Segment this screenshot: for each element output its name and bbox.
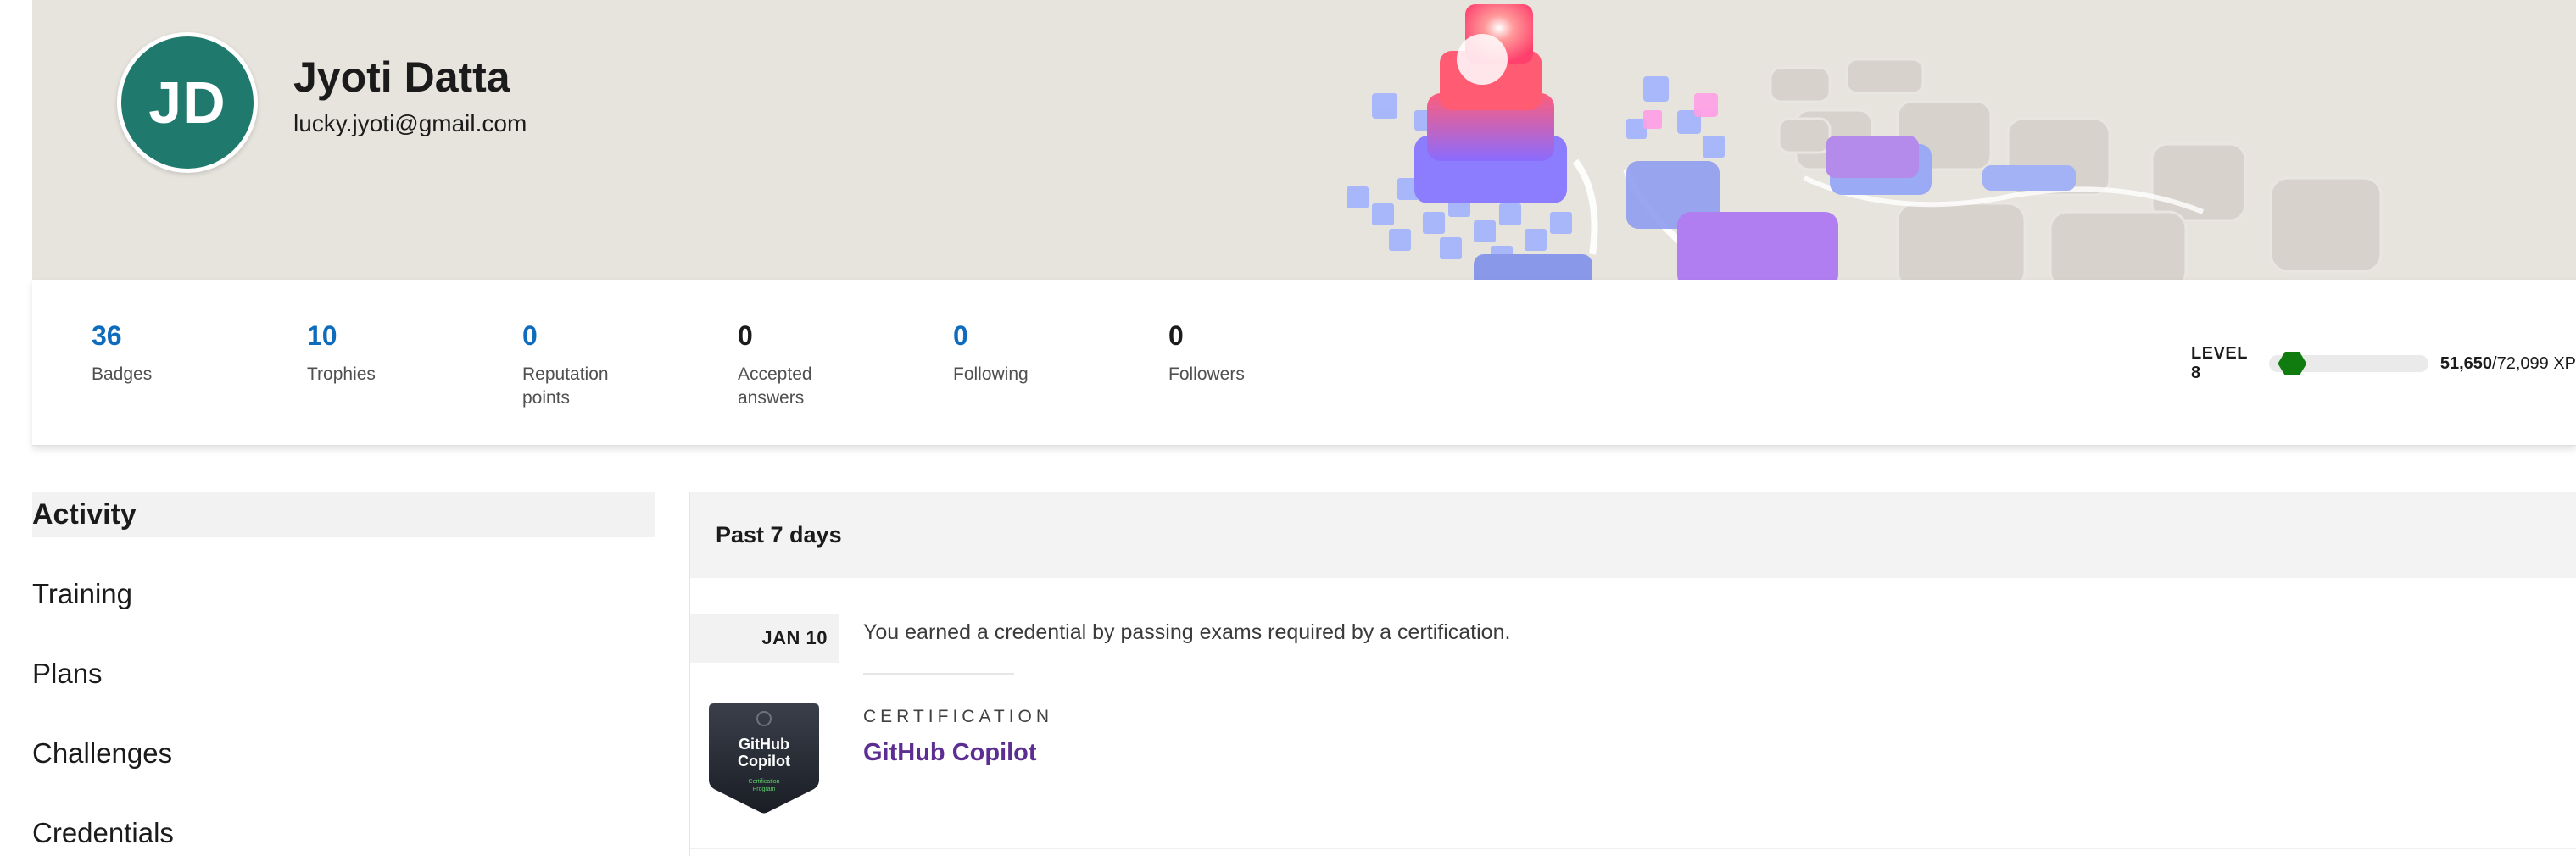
svg-text:GitHub: GitHub: [739, 736, 789, 753]
panel-divider: [690, 848, 2576, 849]
stat-value: 0: [738, 320, 753, 351]
avatar-initials: JD: [148, 69, 226, 136]
period-header: Past 7 days: [690, 492, 2576, 578]
nav-item-credentials[interactable]: Credentials: [32, 810, 655, 856]
xp-total: /72,099 XP: [2492, 353, 2576, 373]
stat-label: Following: [953, 364, 1029, 384]
certification-kicker: CERTIFICATION: [863, 707, 1054, 726]
level-gem-icon: [2278, 352, 2307, 375]
activity-description: You earned a credential by passing exams…: [863, 620, 1511, 644]
svg-text:Program: Program: [753, 787, 776, 792]
activity-panel: Past 7 days JAN 10 You earned a credenti…: [689, 492, 2576, 856]
certification-badge-icon[interactable]: GitHub Copilot Certification Program: [707, 698, 821, 815]
divider: [863, 673, 1014, 675]
stat-value: 0: [953, 320, 968, 351]
stat-trophies[interactable]: 10 Trophies: [307, 317, 468, 386]
stat-value: 0: [522, 320, 538, 351]
xp-current: 51,650: [2439, 353, 2493, 373]
stat-badges[interactable]: 36 Badges: [92, 317, 253, 386]
stat-value: 10: [307, 320, 337, 351]
svg-text:Certification: Certification: [749, 779, 780, 785]
stat-value: 0: [1168, 320, 1184, 351]
avatar: JD: [117, 32, 258, 173]
banner-illustration: [1347, 4, 2383, 280]
profile-banner: JD Jyoti Datta lucky.jyoti@gmail.com: [32, 0, 2576, 280]
xp-progress-bar: [2269, 352, 2428, 375]
profile-nav: Activity Training Plans Challenges Crede…: [32, 492, 655, 856]
xp-progress-fill: [2269, 352, 2307, 375]
svg-text:Copilot: Copilot: [738, 753, 790, 770]
stat-followers: 0 Followers: [1168, 317, 1330, 386]
profile-name: Jyoti Datta: [293, 53, 510, 101]
certification-title-link[interactable]: GitHub Copilot: [863, 739, 1037, 767]
stat-value: 36: [92, 320, 122, 351]
nav-item-training[interactable]: Training: [32, 571, 655, 617]
stat-accepted-answers: 0 Accepted answers: [738, 317, 899, 410]
level-progress: LEVEL 8 51,650/72,099 XP: [2191, 344, 2576, 382]
stat-label: Accepted answers: [738, 364, 812, 408]
stat-label: Badges: [92, 364, 153, 384]
nav-item-activity[interactable]: Activity: [32, 492, 655, 537]
nav-item-plans[interactable]: Plans: [32, 651, 655, 697]
level-label: LEVEL 8: [2191, 344, 2248, 382]
stats-card: 36 Badges 10 Trophies 0 Reputation point…: [32, 280, 2576, 446]
stat-following[interactable]: 0 Following: [953, 317, 1114, 386]
nav-item-challenges[interactable]: Challenges: [32, 731, 655, 776]
stat-reputation-points[interactable]: 0 Reputation points: [522, 317, 683, 410]
stat-label: Trophies: [307, 364, 376, 384]
stat-label: Followers: [1168, 364, 1245, 384]
profile-email: lucky.jyoti@gmail.com: [293, 110, 527, 136]
stat-label: Reputation points: [522, 364, 609, 408]
activity-date: JAN 10: [690, 614, 839, 663]
xp-readout: 51,650/72,099 XP: [2440, 354, 2576, 374]
